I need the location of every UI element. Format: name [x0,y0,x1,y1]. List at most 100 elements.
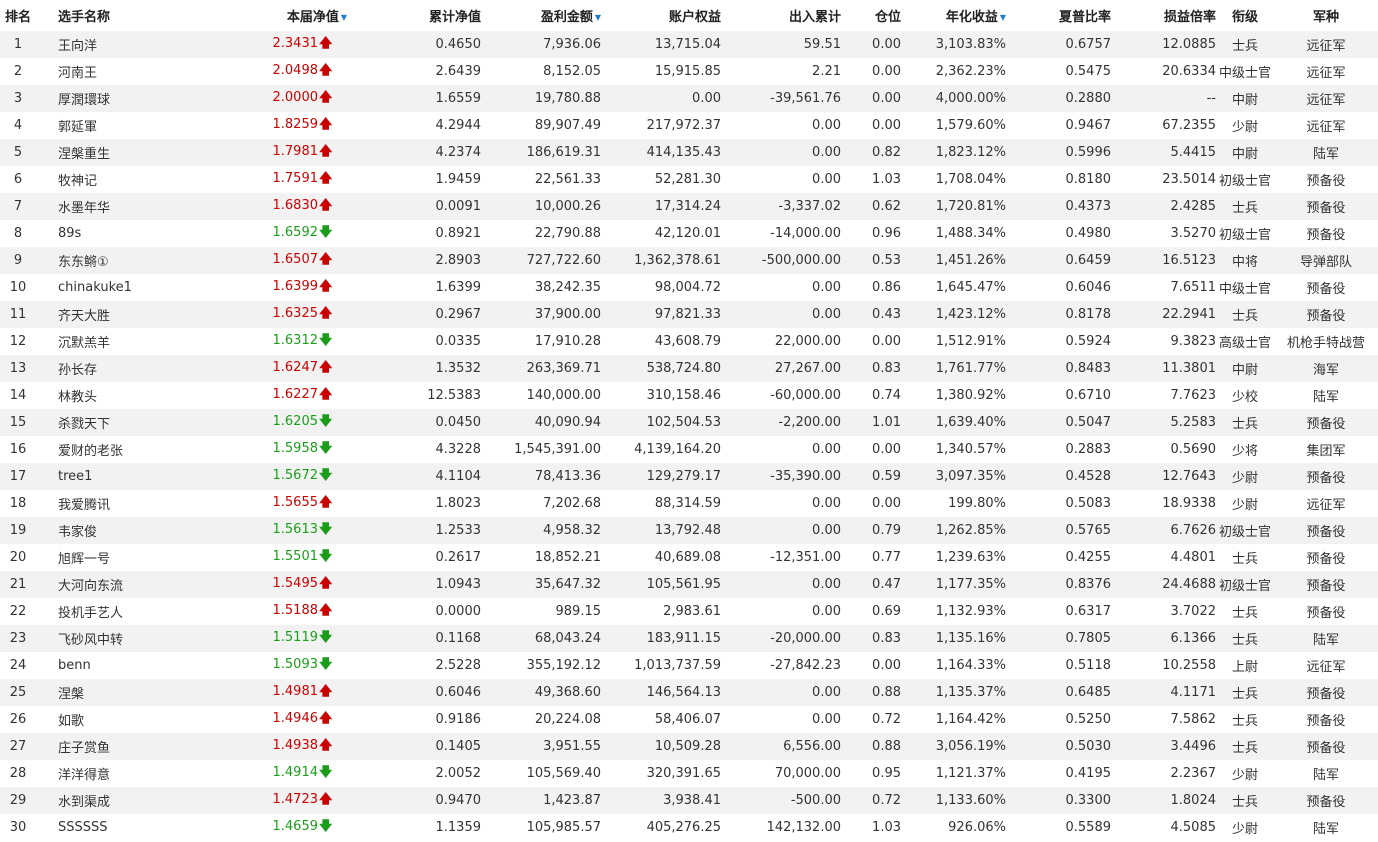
table-row[interactable]: 28 洋洋得意 1.4914🡇 2.0052 105,569.40 320,391.65 7… [0,760,1378,787]
table-row[interactable]: 3 厚潤環球 2.0000🡅 1.6559 19,780.88 0.00 -39,561.7… [0,85,1378,112]
player-name-link[interactable]: 厚潤環球 [56,85,216,112]
header-rank-title[interactable]: 衔级 [1216,0,1274,31]
equity-cell: 4,139,164.20 [634,442,721,457]
nav-value: 1.6325 [272,305,319,321]
equity-cell: 146,564.13 [646,685,721,700]
player-name-link[interactable]: 王向洋 [56,31,216,58]
annual-cell: 1,135.16% [935,631,1006,646]
player-name-link[interactable]: SSSSSS [56,814,216,841]
nav-value: 1.4723 [272,791,319,807]
sharpe-cell: 0.6459 [1065,253,1112,268]
flow-cell: -500,000.00 [761,253,841,268]
table-row[interactable]: 17 tree1 1.5672🡇 4.1104 78,413.36 129,279.17-… [0,463,1378,490]
header-position[interactable]: 仓位 [841,0,901,31]
nav-value: 1.7981 [272,143,319,159]
table-row[interactable]: 26 如歌 1.4946🡅 0.9186 20,224.08 58,406.07 0.00 0… [0,706,1378,733]
header-nav[interactable]: 本届净值 ▼ [216,0,371,31]
player-name-link[interactable]: 我爱腾讯 [56,490,216,517]
arrow-down-icon: 🡇 [319,764,333,780]
nav-cell: 1.6325🡅 [216,301,371,328]
player-name-link[interactable]: benn [56,652,216,679]
nav-cell: 1.4938🡅 [216,733,371,760]
table-row[interactable]: 16 爱财的老张 1.5958🡇 4.3228 1,545,391.00 4,139,16… [0,436,1378,463]
table-row[interactable]: 22 投机手艺人 1.5188🡅 0.0000 989.15 2,983.61 0.00 0.… [0,598,1378,625]
header-flow[interactable]: 出入累计 [721,0,841,31]
table-row[interactable]: 27 庄子赏鱼 1.4938🡅 0.1405 3,951.55 10,509.28 6,55… [0,733,1378,760]
player-name-link[interactable]: tree1 [56,463,216,490]
flow-cell: 0.00 [812,577,841,592]
position-cell: 1.03 [872,172,901,187]
player-name-link[interactable]: 韦家俊 [56,517,216,544]
player-name-link[interactable]: 牧神记 [56,166,216,193]
plr-cell: 24.4688 [1162,577,1216,592]
player-name-link[interactable]: 林教头 [56,382,216,409]
player-name-link[interactable]: 河南王 [56,58,216,85]
player-name-link[interactable]: 投机手艺人 [56,598,216,625]
table-row[interactable]: 20 旭辉一号 1.5501🡇 0.2617 18,852.21 40,689.08 -12… [0,544,1378,571]
player-name-link[interactable]: 飞砂风中转 [56,625,216,652]
table-row[interactable]: 30 SSSSSS 1.4659🡇 1.1359 105,985.57 405,276.2… [0,814,1378,841]
flow-cell: 0.00 [812,604,841,619]
player-name-link[interactable]: 爱财的老张 [56,436,216,463]
nav-value: 1.6227 [272,386,319,402]
table-row[interactable]: 4 郭延軍 1.8259🡅 4.2944 89,907.49 217,972.37 0.00… [0,112,1378,139]
player-name-link[interactable]: 涅槃 [56,679,216,706]
header-annual[interactable]: 年化收益 ▼ [901,0,1006,31]
sharpe-cell: 0.8180 [1065,172,1112,187]
player-name-link[interactable]: chinakuke1 [56,274,216,301]
player-name-link[interactable]: 水到渠成 [56,787,216,814]
table-row[interactable]: 21 大河向东流 1.5495🡅 1.0943 35,647.32 105,561.95 0… [0,571,1378,598]
header-profit[interactable]: 盈利金额 ▼ [481,0,601,31]
table-row[interactable]: 7 水墨年华 1.6830🡅 0.0091 10,000.26 17,314.24 -3,3… [0,193,1378,220]
table-row[interactable]: 15 杀戮天下 1.6205🡇 0.0450 40,090.94 102,504.53 -2… [0,409,1378,436]
player-name-link[interactable]: 沉默羔羊 [56,328,216,355]
nav-cell: 1.6227🡅 [216,382,371,409]
plr-cell: 3.5270 [1170,226,1217,241]
player-name-link[interactable]: 涅槃重生 [56,139,216,166]
player-name-link[interactable]: 齐天大胜 [56,301,216,328]
table-row[interactable]: 18 我爱腾讯 1.5655🡅 1.8023 7,202.68 88,314.59 0.00… [0,490,1378,517]
header-equity[interactable]: 账户权益 [601,0,721,31]
player-name-link[interactable]: 杀戮天下 [56,409,216,436]
table-row[interactable]: 11 齐天大胜 1.6325🡅 0.2967 37,900.00 97,821.33 0.0… [0,301,1378,328]
table-row[interactable]: 23 飞砂风中转 1.5119🡇 0.1168 68,043.24 183,911.15-… [0,625,1378,652]
table-row[interactable]: 10 chinakuke1 1.6399🡅 1.6399 38,242.35 98,004… [0,274,1378,301]
table-row[interactable]: 24 benn 1.5093🡇 2.5228 355,192.12 1,013,737.5… [0,652,1378,679]
table-header-row: 排名 选手名称 本届净值 ▼ 累计净值 盈利金额 ▼ 账户权益 出入累计 仓位 年化… [0,0,1378,31]
plr-cell: 7.5862 [1170,712,1217,727]
table-row[interactable]: 12 沉默羔羊 1.6312🡇 0.0335 17,910.28 43,608.79 22,… [0,328,1378,355]
table-row[interactable]: 5 涅槃重生 1.7981🡅 4.2374 186,619.31 414,135.43 0.… [0,139,1378,166]
player-name-link[interactable]: 旭辉一号 [56,544,216,571]
table-row[interactable]: 1 王向洋 2.3431🡅 0.4650 7,936.06 13,715.04 59.51 0… [0,31,1378,58]
header-rank[interactable]: 排名 [0,0,36,31]
table-row[interactable]: 14 林教头 1.6227🡅 12.5383 140,000.00 310,158.46-… [0,382,1378,409]
branch-cell: 陆军 [1312,768,1339,783]
player-name-link[interactable]: 孙长存 [56,355,216,382]
player-name-link[interactable]: 大河向东流 [56,571,216,598]
nav-value: 1.6830 [272,197,319,213]
arrow-up-icon: 🡅 [319,251,333,267]
table-row[interactable]: 29 水到渠成 1.4723🡅 0.9470 1,423.87 3,938.41 -500.… [0,787,1378,814]
table-row[interactable]: 8 89s 1.6592🡇 0.8921 22,790.88 42,120.01 -14,0… [0,220,1378,247]
table-row[interactable]: 2 河南王 2.0498🡅 2.6439 8,152.05 15,915.85 2.21 0.… [0,58,1378,85]
player-name-link[interactable]: 东东鳉① [56,247,216,274]
player-name-link[interactable]: 89s [56,220,216,247]
player-name-link[interactable]: 如歌 [56,706,216,733]
player-name-link[interactable]: 水墨年华 [56,193,216,220]
header-sharpe[interactable]: 夏普比率 [1006,0,1111,31]
table-row[interactable]: 13 孙长存 1.6247🡅 1.3532 263,369.71 538,724.80 27… [0,355,1378,382]
plr-cell: 4.5085 [1170,820,1217,835]
annual-cell: 3,103.83% [935,37,1006,52]
player-name-link[interactable]: 郭延軍 [56,112,216,139]
player-name-link[interactable]: 洋洋得意 [56,760,216,787]
player-name-link[interactable]: 庄子赏鱼 [56,733,216,760]
table-row[interactable]: 19 韦家俊 1.5613🡇 1.2533 4,958.32 13,792.48 0.00 0… [0,517,1378,544]
table-row[interactable]: 6 牧神记 1.7591🡅 1.9459 22,561.33 52,281.30 0.00 1… [0,166,1378,193]
table-row[interactable]: 9 东东鳉① 1.6507🡅 2.8903 727,722.60 1,362,378.61… [0,247,1378,274]
table-row[interactable]: 25 涅槃 1.4981🡅 0.6046 49,368.60 146,564.13 0.00… [0,679,1378,706]
flow-cell: -39,561.76 [770,91,841,106]
header-branch[interactable]: 军种 [1274,0,1378,31]
header-plr[interactable]: 损益倍率 [1111,0,1216,31]
header-cum-nav[interactable]: 累计净值 [371,0,481,31]
header-name[interactable]: 选手名称 [56,0,216,31]
